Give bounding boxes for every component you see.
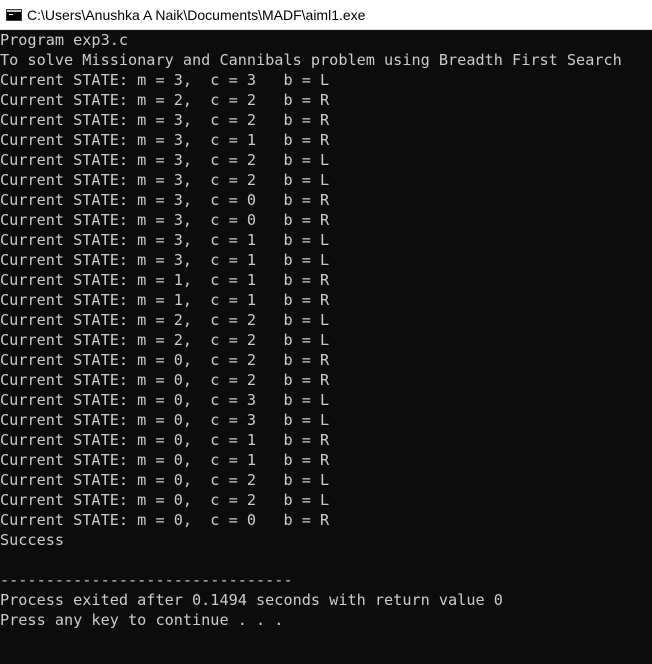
console-line: Current STATE: m = 2, c = 2 b = L xyxy=(0,331,330,349)
console-line: Current STATE: m = 0, c = 3 b = L xyxy=(0,391,330,409)
window-title: C:\Users\Anushka A Naik\Documents\MADF\a… xyxy=(27,6,366,23)
console-line: To solve Missionary and Cannibals proble… xyxy=(0,51,622,69)
console-line: Current STATE: m = 0, c = 1 b = R xyxy=(0,431,330,449)
console-line: Current STATE: m = 2, c = 2 b = R xyxy=(0,91,330,109)
console-line: Current STATE: m = 3, c = 1 b = L xyxy=(0,251,330,269)
console-line: Current STATE: m = 1, c = 1 b = R xyxy=(0,271,330,289)
console-line: Current STATE: m = 2, c = 2 b = L xyxy=(0,311,330,329)
console-line: Current STATE: m = 0, c = 2 b = L xyxy=(0,471,330,489)
console-line: Current STATE: m = 3, c = 2 b = L xyxy=(0,171,330,189)
console-line: -------------------------------- xyxy=(0,571,293,589)
console-output[interactable]: Program exp3.c To solve Missionary and Ca… xyxy=(0,30,652,664)
console-line: Current STATE: m = 3, c = 3 b = L xyxy=(0,71,330,89)
console-line: Current STATE: m = 3, c = 1 b = R xyxy=(0,131,330,149)
console-line: Current STATE: m = 3, c = 2 b = L xyxy=(0,151,330,169)
console-line: Current STATE: m = 0, c = 2 b = L xyxy=(0,491,330,509)
console-line: Current STATE: m = 0, c = 3 b = L xyxy=(0,411,330,429)
console-line: Press any key to continue . . . xyxy=(0,611,284,629)
console-line: Success xyxy=(0,531,65,549)
console-window: C:\Users\Anushka A Naik\Documents\MADF\a… xyxy=(0,0,652,664)
console-line: Current STATE: m = 0, c = 2 b = R xyxy=(0,351,330,369)
console-line: Current STATE: m = 1, c = 1 b = R xyxy=(0,291,330,309)
console-line: Current STATE: m = 3, c = 1 b = L xyxy=(0,231,330,249)
console-app-icon[interactable] xyxy=(6,8,22,21)
console-line: Current STATE: m = 0, c = 1 b = R xyxy=(0,451,330,469)
console-line: Program exp3.c xyxy=(0,31,129,49)
title-bar[interactable]: C:\Users\Anushka A Naik\Documents\MADF\a… xyxy=(0,0,652,30)
console-line: Current STATE: m = 3, c = 0 b = R xyxy=(0,191,330,209)
console-line: Current STATE: m = 3, c = 2 b = R xyxy=(0,111,330,129)
console-line: Current STATE: m = 0, c = 2 b = R xyxy=(0,371,330,389)
console-line: Process exited after 0.1494 seconds with… xyxy=(0,591,503,609)
console-line: Current STATE: m = 3, c = 0 b = R xyxy=(0,211,330,229)
console-line: Current STATE: m = 0, c = 0 b = R xyxy=(0,511,330,529)
